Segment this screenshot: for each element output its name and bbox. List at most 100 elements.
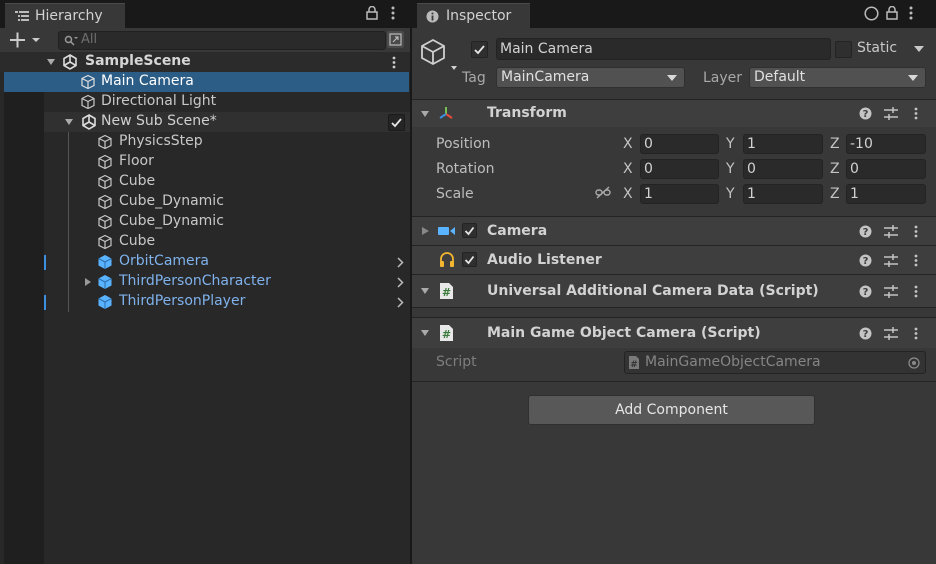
debug-mode-icon[interactable]: [864, 6, 879, 21]
object-picker-icon[interactable]: [908, 357, 920, 369]
object-name-input[interactable]: Main Camera: [496, 38, 831, 60]
help-icon[interactable]: ?: [859, 327, 872, 340]
hierarchy-tab[interactable]: Hierarchy: [5, 3, 125, 29]
help-icon[interactable]: ?: [859, 285, 872, 298]
scene-row[interactable]: SampleScene: [0, 52, 410, 72]
layer-value: Default: [754, 69, 806, 85]
rotation-y-input[interactable]: 0: [743, 159, 823, 179]
audio-listener-component-header[interactable]: Audio Listener ?: [412, 246, 936, 274]
static-checkbox[interactable]: [835, 41, 852, 58]
hierarchy-item-directional-light[interactable]: Directional Light: [0, 92, 410, 112]
hierarchy-item-physicsstep[interactable]: PhysicsStep: [0, 132, 410, 152]
foldout-open-icon[interactable]: [64, 117, 74, 127]
axis-x-label: X: [623, 186, 633, 202]
hierarchy-item-cube[interactable]: Cube: [0, 172, 410, 192]
audio-listener-enabled-checkbox[interactable]: [462, 252, 477, 267]
component-menu-icon[interactable]: [914, 107, 918, 120]
foldout-open-icon[interactable]: [46, 57, 56, 67]
hierarchy-item-new-sub-scene[interactable]: New Sub Scene*: [44, 112, 410, 132]
script-hash-icon: #: [629, 356, 640, 369]
svg-text:#: #: [442, 328, 451, 341]
rotation-z-input[interactable]: 0: [846, 159, 926, 179]
hierarchy-item-floor[interactable]: Floor: [0, 152, 410, 172]
audio-listener-component-title: Audio Listener: [487, 252, 602, 268]
urp-camera-data-component-header[interactable]: # Universal Additional Camera Data (Scri…: [412, 275, 936, 307]
kebab-menu-icon[interactable]: [909, 6, 913, 20]
camera-component-header[interactable]: Camera ?: [412, 217, 936, 245]
hierarchy-item-thirdpersonplayer[interactable]: ThirdPersonPlayer: [0, 292, 410, 312]
component-menu-icon[interactable]: [914, 285, 918, 298]
add-plus-icon[interactable]: [10, 32, 44, 48]
help-icon[interactable]: ?: [859, 254, 872, 267]
component-menu-icon[interactable]: [914, 225, 918, 238]
help-icon[interactable]: ?: [859, 225, 872, 238]
hierarchy-item-cube-dynamic-2[interactable]: Cube_Dynamic: [0, 212, 410, 232]
rotation-x-input[interactable]: 0: [640, 159, 719, 179]
item-label: Main Camera: [101, 73, 194, 89]
item-label: New Sub Scene*: [101, 113, 217, 129]
chevron-right-icon[interactable]: [396, 257, 404, 268]
component-menu-icon[interactable]: [914, 327, 918, 340]
scene-menu-icon[interactable]: [392, 56, 396, 69]
hierarchy-item-orbitcamera[interactable]: OrbitCamera: [0, 252, 410, 272]
chevron-right-icon[interactable]: [396, 277, 404, 288]
inspector-tab-label: Inspector: [446, 8, 512, 24]
main-game-object-camera-title: Main Game Object Camera (Script): [487, 325, 761, 341]
constrain-proportions-link-icon[interactable]: [595, 186, 611, 200]
hierarchy-item-main-camera[interactable]: Main Camera: [4, 72, 409, 92]
inspector-panel: Inspector Main Camera Static Tag MainCam…: [412, 0, 936, 564]
lock-icon[interactable]: [886, 6, 898, 20]
svg-text:?: ?: [863, 256, 869, 267]
item-label: OrbitCamera: [119, 253, 209, 269]
item-label: PhysicsStep: [119, 133, 203, 149]
kebab-menu-icon[interactable]: [391, 6, 395, 20]
tag-dropdown[interactable]: MainCamera: [496, 67, 685, 88]
scale-y-input[interactable]: 1: [743, 184, 823, 204]
position-z-input[interactable]: -10: [846, 134, 926, 154]
lock-icon[interactable]: [366, 6, 378, 20]
svg-text:?: ?: [863, 227, 869, 238]
add-component-button[interactable]: Add Component: [528, 395, 815, 425]
subscene-enabled-checkbox[interactable]: [388, 114, 405, 131]
hierarchy-list-icon: [15, 10, 29, 22]
preset-sliders-icon[interactable]: [884, 327, 898, 340]
scale-x-input[interactable]: 1: [640, 184, 719, 204]
chevron-right-icon[interactable]: [396, 297, 404, 308]
axis-y-label: Y: [726, 161, 735, 177]
search-placeholder: All: [81, 32, 98, 47]
transform-header[interactable]: Transform ?: [412, 100, 936, 127]
position-y-input[interactable]: 1: [743, 134, 823, 154]
static-dropdown-arrow-icon[interactable]: [914, 46, 924, 53]
scene-visibility-button[interactable]: [387, 31, 404, 48]
gameobject-large-icon[interactable]: [420, 38, 458, 74]
main-game-object-camera-component-header[interactable]: # Main Game Object Camera (Script) ?: [412, 318, 936, 348]
svg-text:#: #: [630, 360, 638, 369]
hierarchy-item-cube-2[interactable]: Cube: [0, 232, 410, 252]
gameobject-cube-icon: [97, 134, 113, 150]
preset-sliders-icon[interactable]: [884, 225, 898, 238]
foldout-open-icon[interactable]: [420, 110, 430, 119]
rotation-label: Rotation: [436, 161, 495, 177]
svg-text:?: ?: [863, 329, 869, 340]
scale-z-input[interactable]: 1: [846, 184, 926, 204]
preset-sliders-icon[interactable]: [884, 285, 898, 298]
active-checkbox[interactable]: [471, 41, 488, 58]
camera-enabled-checkbox[interactable]: [462, 223, 477, 238]
component-menu-icon[interactable]: [914, 254, 918, 267]
layer-dropdown[interactable]: Default: [749, 67, 926, 88]
hierarchy-item-cube-dynamic[interactable]: Cube_Dynamic: [0, 192, 410, 212]
help-icon[interactable]: ?: [859, 107, 872, 120]
preset-sliders-icon[interactable]: [884, 107, 898, 120]
inspector-tab[interactable]: Inspector: [417, 3, 530, 29]
gameobject-cube-icon: [97, 154, 113, 170]
preset-sliders-icon[interactable]: [884, 254, 898, 267]
hierarchy-item-thirdpersoncharacter[interactable]: ThirdPersonCharacter: [0, 272, 410, 292]
foldout-open-icon[interactable]: [420, 329, 430, 338]
foldout-closed-icon[interactable]: [83, 277, 93, 287]
axis-z-label: Z: [830, 161, 840, 177]
foldout-closed-icon[interactable]: [421, 226, 430, 236]
position-x-input[interactable]: 0: [640, 134, 719, 154]
foldout-open-icon[interactable]: [420, 287, 430, 296]
script-object-field[interactable]: # MainGameObjectCamera: [624, 351, 926, 374]
hierarchy-search-input[interactable]: All: [58, 31, 386, 50]
